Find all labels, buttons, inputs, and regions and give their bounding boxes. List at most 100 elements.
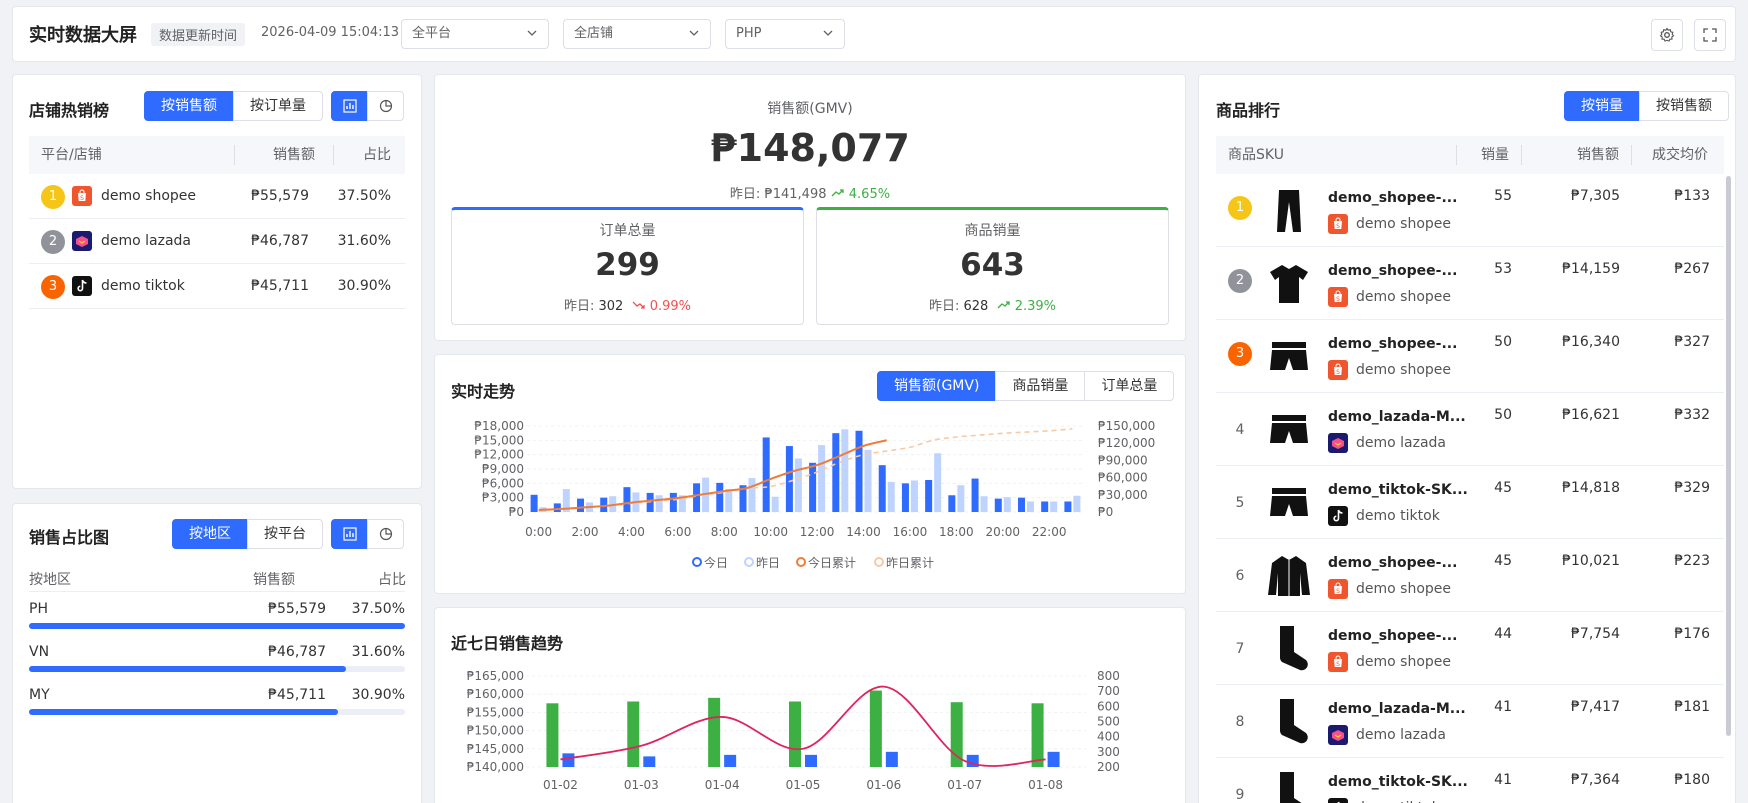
sock-icon — [1264, 697, 1314, 747]
product-shop: Sdemo shopee — [1328, 579, 1451, 599]
store-chart-type-toggle — [331, 91, 404, 121]
chevron-down-icon — [526, 20, 538, 59]
chevron-down-icon — [822, 20, 834, 59]
product-shop: Sdemo shopee — [1328, 360, 1451, 380]
svg-text:S: S — [1336, 223, 1340, 230]
product-row[interactable]: 5 demo_tiktok-SK... demo tiktok 45 ₱14,818 ₱3… — [1216, 466, 1724, 539]
rank-badge: 3 — [1228, 342, 1252, 366]
product-units: 45 — [1494, 553, 1512, 569]
product-row[interactable]: 6 demo_shopee-... Sdemo shopee 45 ₱10,021 ₱22… — [1216, 539, 1724, 612]
product-shop: Sdemo shopee — [1328, 287, 1451, 307]
store-select[interactable]: 全店铺 — [563, 19, 711, 49]
product-avg-price: ₱223 — [1674, 553, 1710, 569]
product-sales: ₱10,021 — [1562, 553, 1620, 569]
shopee-logo-icon: S — [1328, 579, 1348, 599]
sock-icon — [1264, 770, 1314, 803]
fullscreen-button[interactable] — [1694, 19, 1726, 51]
product-shop: demo lazada — [1328, 433, 1446, 453]
rank-number: 7 — [1235, 641, 1245, 657]
bar-chart-icon — [342, 99, 357, 113]
top-header: 实时数据大屏 数据更新时间 2026-04-09 15:04:13 全平台 全店… — [12, 6, 1736, 62]
product-avg-price: ₱327 — [1674, 334, 1710, 350]
pie-chart-button[interactable] — [367, 91, 404, 121]
settings-button[interactable] — [1651, 19, 1683, 51]
shopee-logo-icon: S — [1328, 214, 1348, 234]
product-sku: demo_shopee-... — [1328, 555, 1458, 571]
product-avg-price: ₱267 — [1674, 261, 1710, 277]
tshirt-icon — [1264, 259, 1314, 309]
fullscreen-icon — [1703, 28, 1717, 42]
rank-number: 6 — [1235, 568, 1245, 584]
svg-text:S: S — [1336, 369, 1340, 376]
product-row[interactable]: 1 demo_shopee-... Sdemo shopee 55 ₱7,305 ₱133 — [1216, 174, 1724, 247]
product-sku: demo_shopee-... — [1328, 263, 1458, 279]
product-units: 55 — [1494, 188, 1512, 204]
product-units: 53 — [1494, 261, 1512, 277]
product-sales: ₱7,305 — [1571, 188, 1620, 204]
product-avg-price: ₱176 — [1674, 626, 1710, 642]
lazada-logo-icon — [1328, 725, 1348, 745]
product-rank-tabs: 按销量 按销售额 — [1564, 91, 1729, 121]
product-row[interactable]: 4 demo_lazada-M...demo lazada 50 ₱16,621 ₱33… — [1216, 393, 1724, 466]
product-avg-price: ₱332 — [1674, 407, 1710, 423]
product-sales: ₱7,364 — [1571, 772, 1620, 788]
rank-number: 9 — [1235, 787, 1245, 803]
product-sku: demo_shopee-... — [1328, 628, 1458, 644]
product-shop: demo lazada — [1328, 725, 1446, 745]
tiktok-logo-icon — [1328, 506, 1348, 526]
product-row[interactable]: 8 demo_lazada-M... demo lazada 41 ₱7,417 ₱181 — [1216, 685, 1724, 758]
product-sku: demo_shopee-... — [1328, 336, 1458, 352]
chevron-down-icon — [688, 20, 700, 59]
product-units: 50 — [1494, 407, 1512, 423]
product-shop: Sdemo shopee — [1328, 652, 1451, 672]
shopee-logo-icon: S — [1328, 287, 1348, 307]
scrollbar[interactable] — [1726, 176, 1731, 736]
page-title: 实时数据大屏 — [29, 25, 137, 46]
rank-badge: 1 — [1228, 196, 1252, 220]
shopee-logo-icon: S — [1328, 360, 1348, 380]
product-units: 50 — [1494, 334, 1512, 350]
jacket-icon — [1264, 551, 1314, 601]
product-row[interactable]: 9 demo_tiktok-SK...demo tiktok 41 ₱7,364 ₱18… — [1216, 758, 1724, 803]
tab-by-orders[interactable]: 按订单量 — [233, 91, 323, 121]
product-row[interactable]: 3 demo_shopee-... Sdemo shopee 50 ₱16,340 ₱32… — [1216, 320, 1724, 393]
tab-by-gmv[interactable]: 按销售额 — [144, 91, 234, 121]
product-sales: ₱7,417 — [1571, 699, 1620, 715]
currency-select[interactable]: PHP — [725, 19, 845, 49]
product-row[interactable]: 2 demo_shopee-... Sdemo shopee 53 ₱14,159 ₱26… — [1216, 247, 1724, 320]
rank-number: 4 — [1235, 422, 1245, 438]
tab-by-sales[interactable]: 按销售额 — [1639, 91, 1729, 121]
bar-chart-button[interactable] — [331, 91, 368, 121]
gmv-value: ₱148,077 — [710, 126, 910, 170]
product-sales: ₱16,340 — [1562, 334, 1620, 350]
svg-text:S: S — [1336, 296, 1340, 303]
gear-icon — [1659, 27, 1675, 42]
product-units: 45 — [1494, 480, 1512, 496]
product-avg-price: ₱180 — [1674, 772, 1710, 788]
product-shop: Sdemo shopee — [1328, 214, 1451, 234]
product-sku: demo_shopee-... — [1328, 190, 1458, 206]
product-shop: demo tiktok — [1328, 798, 1440, 803]
svg-text:S: S — [1336, 588, 1340, 595]
product-sku: demo_tiktok-SK... — [1328, 482, 1468, 498]
shorts-icon — [1264, 478, 1314, 528]
platform-select[interactable]: 全平台 — [401, 19, 549, 49]
rank-badge: 2 — [1228, 269, 1252, 293]
pants-icon — [1264, 186, 1314, 236]
tab-by-units[interactable]: 按销量 — [1564, 91, 1640, 121]
product-avg-price: ₱329 — [1674, 480, 1710, 496]
store-rank-table-header: 平台/店铺 销售额 占比 — [29, 136, 405, 174]
product-units: 41 — [1494, 772, 1512, 788]
product-row[interactable]: 7 demo_shopee-... Sdemo shopee 44 ₱7,754 ₱176 — [1216, 612, 1724, 685]
lazada-logo-icon — [1328, 433, 1348, 453]
product-sku: demo_lazada-M... — [1328, 409, 1466, 425]
update-time: 2026-04-09 15:04:13 — [261, 25, 400, 40]
svg-text:S: S — [1336, 661, 1340, 668]
rank-number: 8 — [1235, 714, 1245, 730]
product-sales: ₱16,621 — [1562, 407, 1620, 423]
product-table-header: 商品SKU 销量 销售额 成交均价 — [1216, 136, 1724, 174]
shorts-icon — [1264, 405, 1314, 455]
sock-icon — [1264, 624, 1314, 674]
product-avg-price: ₱181 — [1674, 699, 1710, 715]
product-rank-title: 商品排行 — [1216, 101, 1281, 120]
